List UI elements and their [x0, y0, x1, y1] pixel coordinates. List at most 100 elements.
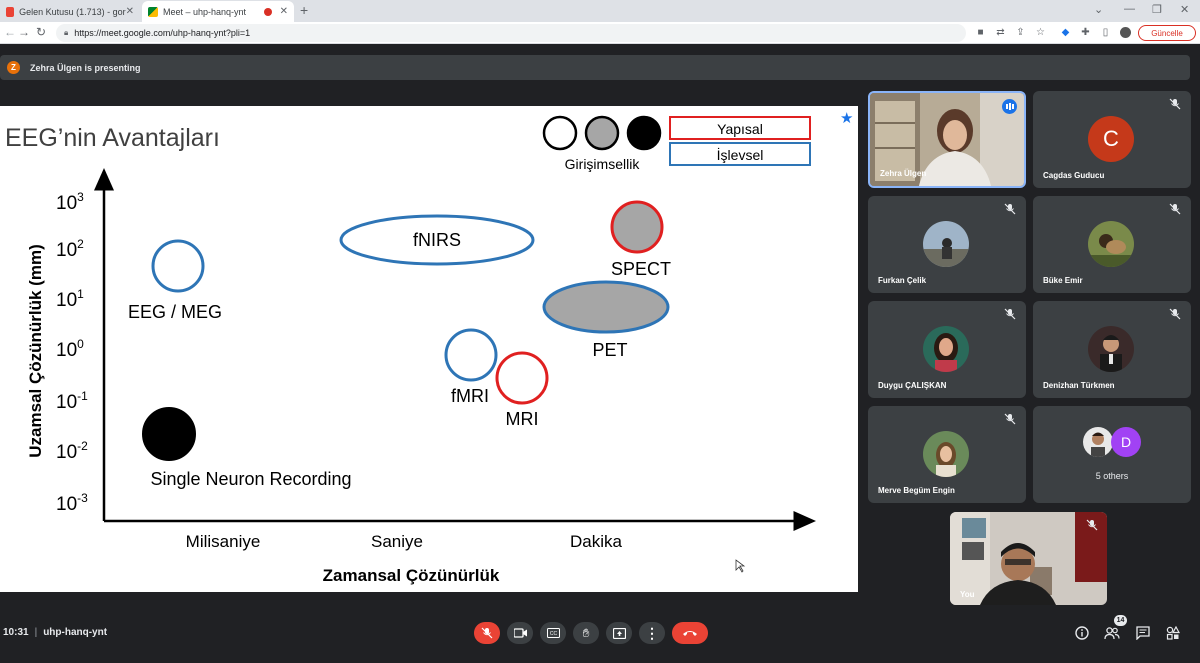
y-tick-0-001: 10-3 [56, 491, 88, 515]
tab-meet[interactable]: Meet – uhp-hanq-ynt ✕ [142, 1, 294, 22]
legend-invasive-circle [626, 115, 662, 151]
close-icon[interactable]: ✕ [126, 6, 134, 17]
update-button[interactable]: Güncelle [1138, 25, 1196, 41]
participant-name: Duygu ÇALIŞKAN [878, 381, 947, 390]
meet-icon [148, 6, 158, 17]
raise-hand-button[interactable]: ✋︎ [573, 622, 599, 644]
people-button[interactable] [1103, 624, 1121, 642]
y-tick-1000: 103 [56, 190, 84, 214]
participant-tile[interactable]: Zehra Ülgen [868, 91, 1026, 188]
participant-tile[interactable]: Furkan Çelik [868, 196, 1026, 293]
single-neuron-label: Single Neuron Recording [150, 469, 351, 489]
captions-button[interactable]: CC [540, 622, 566, 644]
present-button[interactable] [606, 622, 632, 644]
eeg-meg-marker [151, 239, 205, 293]
meeting-details-button[interactable] [1073, 624, 1091, 642]
eeg-meg-label: EEG / MEG [128, 302, 222, 322]
x-axis-label: Zamansal Çözünürlük [323, 566, 500, 585]
chat-icon [1136, 626, 1150, 640]
restore-icon[interactable]: ❐ [1152, 3, 1162, 16]
mic-off-icon [1004, 203, 1016, 215]
y-tick-0-01: 10-2 [56, 439, 88, 463]
avatar [1088, 326, 1134, 372]
participant-tile[interactable]: C Cagdas Guducu [1033, 91, 1191, 188]
activities-shapes-icon [1166, 626, 1180, 640]
x-tick-dakika: Dakika [570, 532, 623, 551]
tab-gmail[interactable]: Gelen Kutusu (1.713) - gorgulura ✕ [0, 1, 140, 22]
hang-up-icon [683, 631, 697, 636]
gmail-icon [6, 6, 15, 17]
participant-tile[interactable]: Denizhan Türkmen [1033, 301, 1191, 398]
people-count-badge: 14 [1114, 615, 1127, 626]
meeting-controls-bar: 10:31 | uhp-hanq-ynt CC ✋︎ ⋮ 14 [0, 610, 1200, 663]
mic-off-icon [481, 627, 493, 639]
avatar: D [1111, 427, 1141, 457]
participant-name: Furkan Çelik [878, 276, 927, 285]
minimize-icon[interactable]: — [1124, 3, 1135, 15]
slide-title: EEG’nin Avantajları [5, 124, 220, 152]
pet-marker [542, 280, 670, 334]
presenting-text: Zehra Ülgen is presenting [30, 62, 141, 73]
share-icon[interactable]: ⇪ [1015, 27, 1026, 38]
tab-gmail-label: Gelen Kutusu (1.713) - gorgulura [19, 6, 126, 17]
slide-diagram: Girişimsellik Yapısal İşlevsel 103 102 1… [26, 115, 816, 585]
bookmark-star-icon[interactable]: ☆ [1035, 27, 1046, 38]
fmri-marker [444, 328, 498, 382]
others-label: 5 others [1095, 471, 1129, 481]
tab-meet-label: Meet – uhp-hanq-ynt [163, 6, 247, 17]
svg-text:CC: CC [549, 631, 557, 637]
recording-icon [263, 7, 272, 16]
legend-invasiveness-label: Girişimsellik [565, 156, 641, 172]
camera-toggle-button[interactable] [507, 622, 533, 644]
captions-icon: CC [546, 628, 560, 638]
side-panel-icon[interactable]: ▯ [1100, 27, 1111, 38]
translate-icon[interactable]: ⇄ [995, 27, 1006, 38]
meeting-info: 10:31 | uhp-hanq-ynt [3, 627, 108, 638]
mic-off-icon [1169, 98, 1181, 110]
legend-noninvasive-circle [542, 115, 578, 151]
reload-icon[interactable]: ↻ [36, 25, 46, 39]
spect-label: SPECT [611, 259, 671, 279]
present-screen-icon [612, 627, 626, 639]
others-tile[interactable]: D 5 others [1033, 406, 1191, 503]
y-axis-label: Uzamsal Çözünürlük (mm) [26, 244, 45, 457]
participant-tile[interactable]: Duygu ÇALIŞKAN [868, 301, 1026, 398]
avatar [1083, 427, 1113, 457]
participant-tile[interactable]: Merve Begüm Engin [868, 406, 1026, 503]
window-close-icon[interactable]: ✕ [1180, 3, 1189, 16]
mouse-cursor-icon [735, 559, 746, 573]
self-view-tile[interactable]: You [950, 512, 1107, 605]
star-icon: ★ [840, 110, 854, 127]
fnirs-label: fNIRS [413, 230, 461, 250]
mic-off-icon [1086, 519, 1098, 531]
info-icon [1075, 626, 1089, 640]
hand-icon: ✋︎ [582, 626, 590, 640]
avatar [923, 326, 969, 372]
camera-icon[interactable]: ■ [975, 27, 986, 38]
legend-structural-label: Yapısal [717, 121, 763, 137]
url-field[interactable]: 🔒︎ https://meet.google.com/uhp-hanq-ynt?… [56, 24, 966, 42]
people-icon [1104, 627, 1120, 640]
y-tick-labels: 103 102 101 100 10-1 10-2 10-3 [56, 190, 88, 515]
self-view-label: You [960, 590, 975, 599]
extension-shield-icon[interactable]: ◆ [1060, 27, 1071, 38]
spect-marker [610, 200, 664, 254]
participant-tile[interactable]: Büke Emir [1033, 196, 1191, 293]
fmri-label: fMRI [451, 386, 489, 406]
mic-off-icon [1004, 413, 1016, 425]
back-icon[interactable]: ← [4, 25, 16, 39]
mic-toggle-button[interactable] [474, 622, 500, 644]
chat-button[interactable] [1134, 624, 1152, 642]
participant-name: Zehra Ülgen [880, 169, 927, 178]
leave-call-button[interactable] [672, 622, 708, 644]
single-neuron-marker [142, 407, 196, 461]
profile-avatar[interactable] [1120, 27, 1131, 38]
legend-functional-label: İşlevsel [717, 146, 764, 163]
extensions-puzzle-icon[interactable]: ✚ [1080, 27, 1091, 38]
close-icon[interactable]: ✕ [280, 6, 288, 17]
more-options-button[interactable]: ⋮ [639, 622, 665, 644]
forward-icon[interactable]: → [18, 25, 30, 39]
tab-search-icon[interactable]: ⌄ [1094, 3, 1103, 16]
new-tab-button[interactable]: + [300, 2, 308, 18]
activities-button[interactable] [1164, 624, 1182, 642]
